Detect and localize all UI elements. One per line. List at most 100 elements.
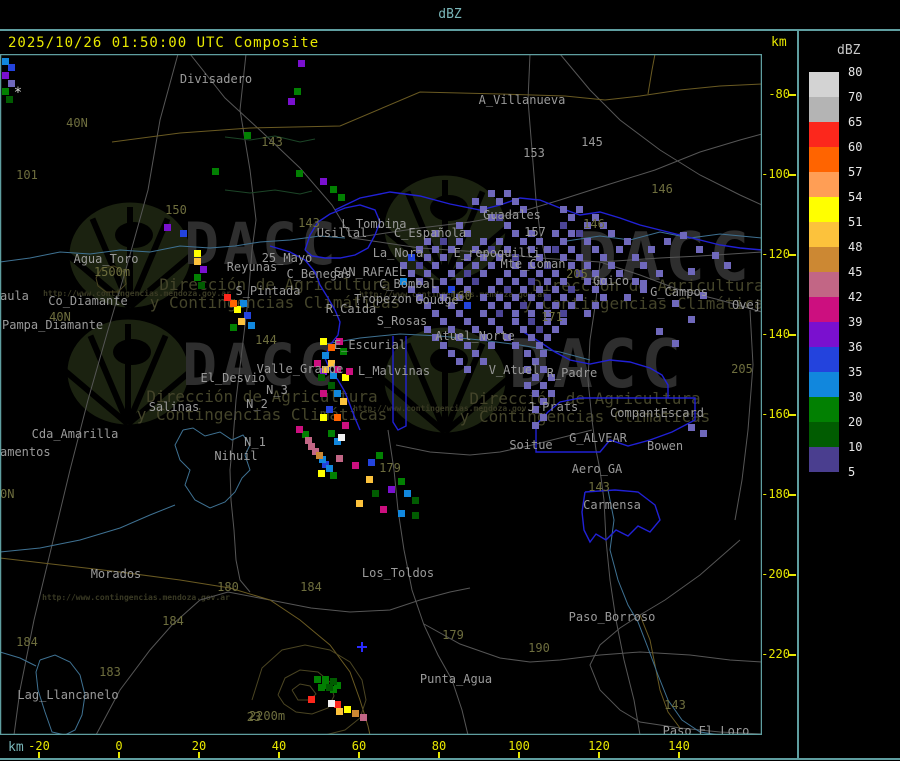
map-label: Nihuil [214,449,257,463]
echo-cell [552,302,559,309]
watermark-eye-part [113,339,151,365]
map-label: Carmensa [583,498,641,512]
bottom-axis-tick-label: 60 [351,739,367,753]
radar-site-marker: * [14,85,22,101]
map-label: Salinas [149,400,200,414]
echo-cell [404,490,411,497]
map-label: Mte_Coman [500,257,565,271]
echo-cell [624,238,631,245]
echo-cell [528,334,535,341]
colorbar-swatch [809,122,839,147]
map-label: 153 [523,146,545,160]
echo-cell [528,318,535,325]
echo-cell [664,238,671,245]
echo-cell [388,486,395,493]
road-line [734,309,754,521]
echo-cell [712,252,719,259]
echo-cell [456,358,463,365]
echo-cell [322,352,329,359]
map-label: L_Malvinas [358,364,430,378]
map-label: 40N [49,310,71,324]
echo-cell [244,132,251,139]
map-label: 143 [588,480,610,494]
echo-cell [688,268,695,275]
colorbar-label: 5 [848,465,856,479]
echo-cell [326,684,333,691]
map-label: Bowen [647,439,683,453]
echo-cell [524,350,531,357]
echo-cell [334,414,341,421]
echo-cell [328,700,335,707]
right-axis-tick-label: -220 [761,647,790,661]
map-label: amentos [0,445,51,459]
colorbar-title: dBZ [837,43,861,58]
echo-cell [398,510,405,517]
echo-cell [2,58,9,65]
echo-cell [552,326,559,333]
echo-cell [346,368,353,375]
echo-cell [680,232,687,239]
echo-cell [424,270,431,277]
colorbar-label: 39 [848,315,863,329]
colorbar-swatch [809,172,839,197]
map-label: 184 [16,635,38,649]
map-label: 205 [566,267,588,281]
echo-cell [548,390,555,397]
colorbar-label: 10 [848,440,863,454]
echo-cell [366,476,373,483]
echo-cell [540,414,547,421]
bottom-axis-tick-label: 80 [431,739,447,753]
colorbar-label: 42 [848,290,863,304]
echo-cell [380,506,387,513]
echo-cell [248,322,255,329]
colorbar-swatch [809,247,839,272]
echo-cell [536,302,543,309]
right-axis-unit-label: km [771,35,787,50]
colorbar-swatch [809,422,839,447]
echo-cell [340,398,347,405]
colorbar-swatch [809,222,839,247]
echo-cell [330,186,337,193]
watermark-url: http://www.contingencias.mendoza.gov.ar [353,403,541,413]
map-label: 145 [581,135,603,149]
colorbar-swatch [809,297,839,322]
echo-cell [330,472,337,479]
right-axis-tick-label: -120 [761,247,790,261]
colorbar-label: 70 [848,90,863,104]
echo-cell [338,434,345,441]
map-label: 146 [583,217,605,231]
echo-cell [432,262,439,269]
echo-cell [336,708,343,715]
echo-cell [322,676,329,683]
map-label: N_1 [244,435,266,449]
echo-cell [512,230,519,237]
echo-cell [696,246,703,253]
colorbar-label: 20 [848,415,863,429]
map-label: La_Nora [373,246,424,260]
map-label: 150 [165,203,187,217]
map-label: J_Prats [528,400,579,414]
echo-cell [536,238,543,245]
echo-cell [316,452,323,459]
bottom-axis-tick-label: 20 [191,739,207,753]
right-axis-tick [789,414,796,416]
map-label: 101 [16,168,38,182]
echo-cell [372,490,379,497]
echo-cell [592,246,599,253]
echo-cell [576,206,583,213]
echo-cell [552,286,559,293]
right-axis-tick [789,494,796,496]
map-label: aula [0,289,29,303]
echo-cell [560,238,567,245]
echo-cell [230,324,237,331]
echo-cell [592,302,599,309]
map-label: 171 [541,310,563,324]
right-axis-tick [789,574,796,576]
map-label: Cda_Amarilla [32,427,119,441]
colorbar-label: 35 [848,365,863,379]
echo-cell [480,358,487,365]
echo-cell [194,258,201,265]
echo-cell [584,238,591,245]
echo-cell [472,198,479,205]
echo-cell [488,302,495,309]
